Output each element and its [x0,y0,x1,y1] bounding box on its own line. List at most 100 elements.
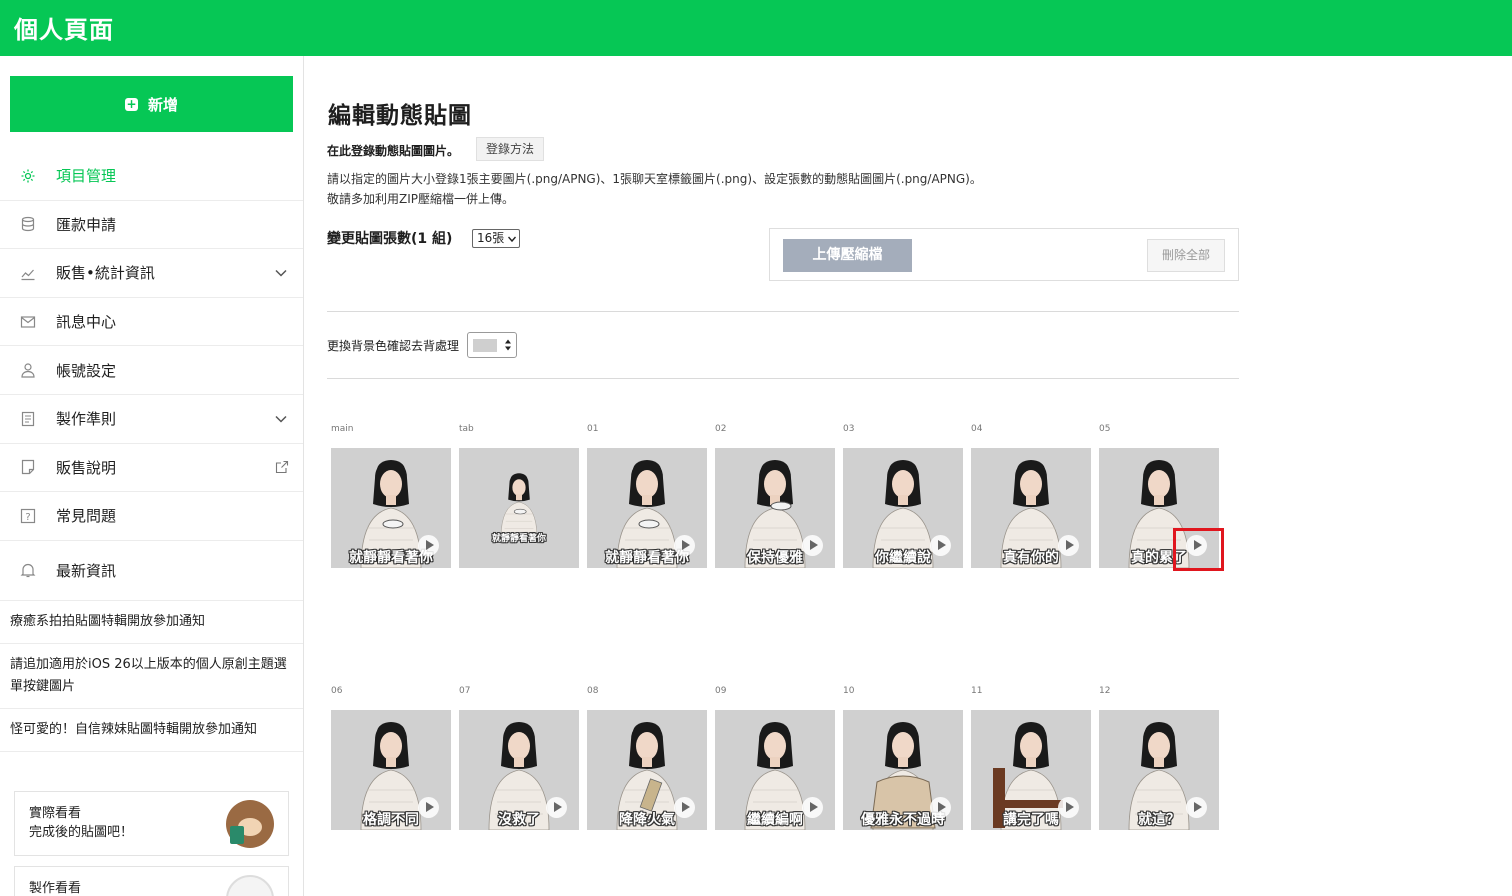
sticker-slot[interactable]: 04 真有你的 [971,424,1091,570]
sticker-number: 10 [843,686,855,696]
sticker-slot[interactable]: 01 就靜靜看著你 [587,424,707,570]
highlight-box [1173,528,1224,571]
promo-line: 實際看看 [29,806,82,821]
sidebar-item-label: 常見問題 [56,507,117,526]
sidebar-item-label: 帳號設定 [56,361,117,380]
sticker-slot[interactable]: 06 格調不同 [331,686,451,832]
sticker-number: main [331,424,354,434]
play-icon[interactable] [674,797,695,818]
play-icon[interactable] [930,797,951,818]
sidebar-item-label: 匯款申請 [56,215,117,234]
play-icon[interactable] [802,535,823,556]
promo-text: 製作看看 [29,879,81,896]
sticker-slot[interactable]: 07 沒救了 [459,686,579,832]
sidebar-item-label: 項目管理 [56,167,117,186]
sidebar-item-sales-stats[interactable]: 販售•統計資訊 [0,249,303,298]
sticker-slot[interactable]: main 就靜靜看著你 [331,424,451,570]
play-icon[interactable] [1058,535,1079,556]
upload-zip-button[interactable]: 上傳壓縮檔 [783,239,912,272]
instructions: 請以指定的圖片大小登錄1張主要圖片(.png/APNG)、1張聊天室標籤圖片(.… [327,169,982,209]
news-item-text: 怪可愛的！自信辣妹貼圖特輯開放參加通知 [10,721,258,737]
play-icon[interactable] [418,535,439,556]
sticker-slot[interactable]: 10 優雅永不過時 [843,686,963,832]
gear-icon [21,169,35,183]
news-header: 最新資訊 [0,541,303,601]
sidebar-item-account-settings[interactable]: 帳號設定 [0,346,303,395]
sticker-image[interactable]: 就靜靜看著你 [331,448,451,568]
delete-all-button[interactable]: 刪除全部 [1147,239,1225,272]
sticker-image[interactable]: 你繼續說 [843,448,963,568]
page-title: 個人頁面 [14,16,114,44]
promo-card-preview[interactable]: 實際看看 完成後的貼圖吧！ [14,791,289,856]
woman-figure-icon [500,473,538,539]
instruction-line: 敬請多加利用ZIP壓縮檔一併上傳。 [327,192,514,206]
play-icon[interactable] [1058,797,1079,818]
sticker-image[interactable]: 保持優雅 [715,448,835,568]
bg-color-select[interactable] [467,332,517,358]
color-swatch [473,339,497,352]
sticker-count-select[interactable]: 16張 [472,229,520,248]
sidebar-item-label: 訊息中心 [56,313,117,332]
sticker-number: 08 [587,686,599,696]
editor-subtitle: 在此登錄動態貼圖圖片。 [327,144,460,158]
sticker-image[interactable]: 降降火氣 [587,710,707,830]
play-icon[interactable] [546,797,567,818]
sidebar-item-label: 販售•統計資訊 [56,264,155,283]
promo-card-create[interactable]: 製作看看 [14,866,289,896]
sticker-caption: 就靜靜看著你 [491,534,546,544]
sidebar-item-faq[interactable]: ? 常見問題 [0,492,303,541]
sidebar-item-messages[interactable]: 訊息中心 [0,298,303,347]
sticker-slot[interactable]: tab 就靜靜看著你 [459,424,579,570]
play-icon[interactable] [674,535,695,556]
sticker-slot[interactable]: 09 繼續編啊 [715,686,835,832]
sticker-slot[interactable]: 11 講完了嗎 [971,686,1091,832]
sticker-image[interactable]: 就靜靜看著你 [459,448,579,568]
sidebar-item-remittance[interactable]: 匯款申請 [0,201,303,250]
sticker-image[interactable]: 繼續編啊 [715,710,835,830]
sticker-image[interactable]: 優雅永不過時 [843,710,963,830]
database-icon [21,217,35,232]
sidebar-item-sales-guide[interactable]: 販售說明 [0,444,303,493]
sort-arrows-icon [505,339,511,351]
sticker-slot[interactable]: 12 就這？ [1099,686,1219,832]
news-item-text: 療癒系拍拍貼圖特輯開放參加通知 [10,613,206,629]
chevron-down-icon[interactable] [275,267,287,279]
play-icon[interactable] [418,797,439,818]
chart-icon [21,269,35,281]
news-item[interactable]: 療癒系拍拍貼圖特輯開放參加通知 [0,601,303,644]
news-item[interactable]: 請追加適用於iOS 26以上版本的個人原創主題選單按鍵圖片 [0,644,303,709]
sidebar-item-guidelines[interactable]: 製作準則 [0,395,303,444]
top-header: 個人頁面 [0,0,1512,56]
news-item[interactable]: 怪可愛的！自信辣妹貼圖特輯開放參加通知 [0,709,303,752]
sticker-number: 03 [843,424,855,434]
sticker-number: 05 [1099,424,1111,434]
sticker-image[interactable]: 沒救了 [459,710,579,830]
howto-button[interactable]: 登錄方法 [476,137,545,161]
sidebar-item-label: 販售說明 [56,458,117,477]
sticker-number: 12 [1099,686,1111,696]
note-icon [21,460,35,475]
sticker-count-label: 變更貼圖張數(1 組) [327,231,453,247]
chevron-down-icon[interactable] [275,413,287,425]
sticker-slot[interactable]: 03 你繼續說 [843,424,963,570]
new-item-button[interactable]: + 新增 [10,76,293,132]
sticker-image[interactable]: 講完了嗎 [971,710,1091,830]
play-icon[interactable] [930,535,951,556]
play-icon[interactable] [1186,797,1207,818]
sticker-number: 06 [331,686,343,696]
sticker-number: tab [459,424,474,434]
news-title: 最新資訊 [56,561,117,580]
bear-mascot-icon [226,800,274,848]
rabbit-mascot-icon [226,875,274,896]
sticker-number: 02 [715,424,727,434]
bell-icon [20,564,36,578]
sticker-slot[interactable]: 02 保持優雅 [715,424,835,570]
sticker-image[interactable]: 格調不同 [331,710,451,830]
sticker-image[interactable]: 真有你的 [971,448,1091,568]
sticker-image[interactable]: 就這？ [1099,710,1219,830]
sidebar-item-project-management[interactable]: 項目管理 [0,152,303,201]
sticker-number: 09 [715,686,727,696]
sticker-image[interactable]: 就靜靜看著你 [587,448,707,568]
play-icon[interactable] [802,797,823,818]
sticker-slot[interactable]: 08 降降火氣 [587,686,707,832]
